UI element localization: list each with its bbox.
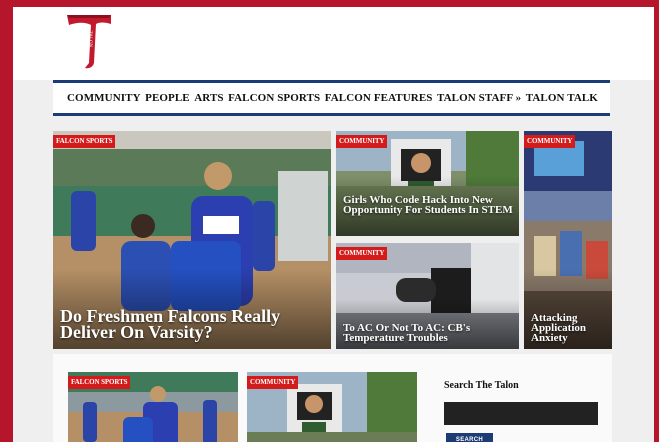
category-tag[interactable]: COMMUNITY — [336, 135, 388, 148]
story-headline[interactable]: Girls Who Code Hack Into New Opportunity… — [343, 194, 513, 215]
category-tag[interactable]: COMMUNITY — [524, 135, 576, 148]
nav-falcon-features[interactable]: FALCON FEATURES — [325, 92, 433, 104]
talon-logo[interactable]: TALON — [65, 13, 113, 69]
lower-card-2[interactable]: COMMUNITY — [247, 372, 417, 442]
category-tag[interactable]: FALCON SPORTS — [68, 376, 131, 389]
search-button[interactable]: SEARCH — [446, 433, 493, 442]
lower-card-1[interactable]: FALCON SPORTS — [68, 372, 238, 442]
category-tag[interactable]: COMMUNITY — [336, 247, 388, 260]
main-nav: COMMUNITY PEOPLE ARTS FALCON SPORTS FALC… — [53, 80, 610, 116]
story-headline[interactable]: Do Freshmen Falcons Really Deliver On Va… — [60, 307, 325, 342]
logo-lettering: TALON — [87, 31, 92, 48]
featured-story-3[interactable]: COMMUNITY To AC Or Not To AC: CB's Tempe… — [336, 243, 519, 349]
story-headline[interactable]: Attacking Application Anxiety — [531, 312, 606, 343]
search-title: Search The Talon — [444, 380, 519, 391]
featured-story-1[interactable]: FALCON SPORTS Do Freshmen Falcons Really… — [53, 131, 331, 349]
story-headline[interactable]: To AC Or Not To AC: CB's Temperature Tro… — [343, 322, 513, 343]
nav-arts[interactable]: ARTS — [194, 92, 223, 104]
nav-community[interactable]: COMMUNITY — [67, 92, 141, 104]
featured-story-2[interactable]: COMMUNITY Girls Who Code Hack Into New O… — [336, 131, 519, 236]
nav-people[interactable]: PEOPLE — [145, 92, 190, 104]
category-tag[interactable]: FALCON SPORTS — [53, 135, 116, 148]
masthead: TALON — [13, 7, 654, 80]
nav-talon-talk[interactable]: TALON TALK — [526, 92, 598, 104]
nav-talon-staff[interactable]: TALON STAFF » — [437, 92, 521, 104]
category-tag[interactable]: COMMUNITY — [247, 376, 299, 389]
page: TALON COMMUNITY PEOPLE ARTS FALCON SPORT… — [13, 7, 654, 442]
search-input[interactable] — [444, 402, 598, 425]
featured-story-4[interactable]: COMMUNITY Attacking Application Anxiety — [524, 131, 612, 349]
nav-falcon-sports[interactable]: FALCON SPORTS — [228, 92, 320, 104]
